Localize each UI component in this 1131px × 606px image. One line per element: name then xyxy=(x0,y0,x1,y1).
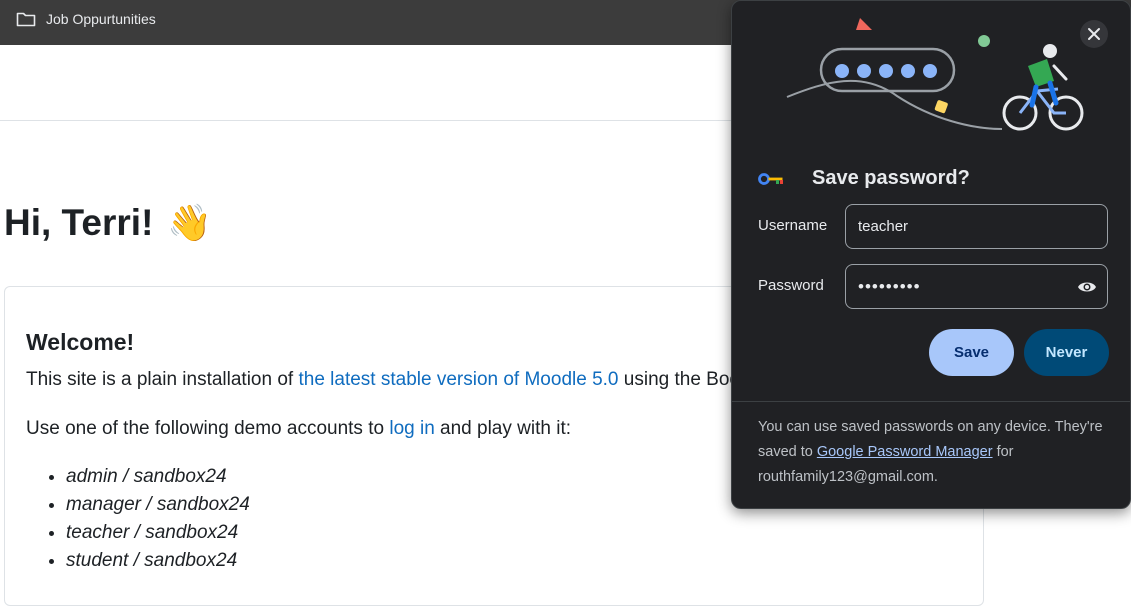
popup-header: Save password? xyxy=(758,167,970,190)
google-password-manager-link[interactable]: Google Password Manager xyxy=(817,444,993,460)
password-field[interactable]: ••••••••• xyxy=(845,264,1108,309)
show-password-icon[interactable] xyxy=(1077,277,1097,297)
intro-text: This site is a plain installation of xyxy=(26,369,299,390)
greeting-text: Hi, Terri! xyxy=(4,202,154,243)
folder-icon xyxy=(16,11,36,27)
log-in-link[interactable]: log in xyxy=(389,418,434,439)
moodle-version-link[interactable]: the latest stable version of Moodle 5.0 xyxy=(298,369,618,390)
demo-text-end: and play with it: xyxy=(434,418,572,439)
popup-footer: You can use saved passwords on any devic… xyxy=(758,415,1110,490)
close-button[interactable] xyxy=(1080,20,1108,48)
password-label: Password xyxy=(758,277,824,294)
demo-text: Use one of the following demo accounts t… xyxy=(26,418,390,439)
welcome-title: Welcome! xyxy=(26,329,135,355)
demo-accounts-list: admin / sandbox24 manager / sandbox24 te… xyxy=(66,466,250,578)
waving-hand-icon: 👋 xyxy=(167,202,213,243)
close-icon xyxy=(1088,28,1100,40)
bookmark-job-oppurtunities[interactable]: Job Oppurtunities xyxy=(16,9,156,29)
save-password-popup: Save password? Username teacher Password… xyxy=(731,0,1131,509)
bookmark-label: Job Oppurtunities xyxy=(46,11,156,27)
never-button[interactable]: Never xyxy=(1024,329,1109,376)
list-item: student / sandbox24 xyxy=(66,550,250,578)
divider xyxy=(732,401,1130,402)
save-button[interactable]: Save xyxy=(929,329,1014,376)
password-illustration xyxy=(786,18,1084,131)
password-value: ••••••••• xyxy=(858,276,921,296)
popup-title: Save password? xyxy=(812,167,970,189)
list-item: manager / sandbox24 xyxy=(66,494,250,522)
key-icon xyxy=(758,172,783,185)
demo-paragraph: Use one of the following demo accounts t… xyxy=(26,418,571,440)
username-label: Username xyxy=(758,217,828,234)
intro-paragraph: This site is a plain installation of the… xyxy=(26,369,755,391)
list-item: admin / sandbox24 xyxy=(66,466,250,494)
page-title: Hi, Terri! 👋 xyxy=(4,202,212,244)
list-item: teacher / sandbox24 xyxy=(66,522,250,550)
username-field[interactable]: teacher xyxy=(845,204,1108,249)
